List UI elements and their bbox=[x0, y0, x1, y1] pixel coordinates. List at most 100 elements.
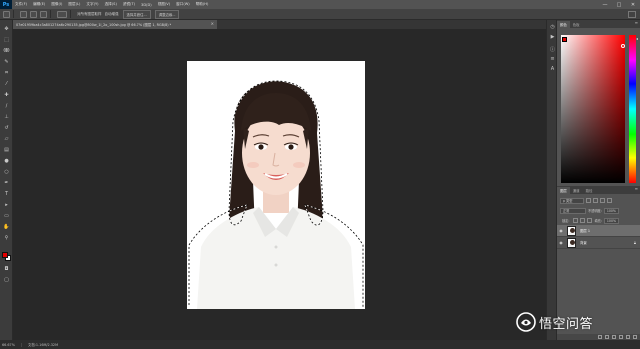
healing-icon[interactable]: ✚ bbox=[3, 92, 10, 98]
hand-icon[interactable]: ✋ bbox=[3, 224, 10, 230]
watermark: 悟空问答 bbox=[516, 312, 593, 332]
hue-slider-handle-icon[interactable]: ◂ bbox=[636, 36, 638, 41]
lock-all-icon[interactable] bbox=[587, 218, 593, 223]
type-icon[interactable]: T bbox=[3, 191, 10, 197]
workspace-switcher-icon[interactable] bbox=[628, 11, 636, 18]
quick-mask-icon[interactable]: ◘ bbox=[3, 266, 10, 272]
tab-channels[interactable]: 通道 bbox=[570, 187, 583, 194]
move-icon[interactable]: ✥ bbox=[3, 26, 10, 32]
shape-icon[interactable]: ▭ bbox=[3, 213, 10, 219]
layer-name[interactable]: 背景 bbox=[580, 240, 587, 245]
blend-mode-select[interactable]: 正常 bbox=[560, 207, 586, 214]
filter-shape-icon[interactable] bbox=[607, 198, 612, 203]
delete-layer-icon[interactable] bbox=[633, 335, 637, 339]
menu-file[interactable]: 文件(F) bbox=[12, 2, 30, 7]
menu-image[interactable]: 图像(I) bbox=[48, 2, 65, 7]
visibility-eye-icon[interactable]: ◉ bbox=[557, 240, 565, 245]
select-and-mask-button[interactable]: 选择并遮住... bbox=[122, 9, 151, 19]
filter-pixel-icon[interactable] bbox=[586, 198, 591, 203]
tab-layers[interactable]: 图层 bbox=[557, 187, 570, 194]
opacity-field[interactable]: 100% bbox=[603, 207, 619, 214]
marquee-icon[interactable]: ⬚ bbox=[3, 37, 10, 43]
close-window-button[interactable]: ✕ bbox=[626, 0, 640, 9]
menu-type[interactable]: 文字(Y) bbox=[83, 2, 101, 7]
minimize-button[interactable]: — bbox=[598, 0, 612, 9]
menu-layer[interactable]: 图层(L) bbox=[65, 2, 83, 7]
brush-size-icon[interactable] bbox=[57, 10, 67, 18]
stamp-icon[interactable]: ⊥ bbox=[3, 114, 10, 120]
menu-3d[interactable]: 3D(D) bbox=[138, 3, 155, 7]
document-info[interactable]: 文档:1.16M/2.32M bbox=[22, 342, 58, 347]
brush-icon[interactable]: ∕ bbox=[3, 103, 10, 109]
panel-menu-icon[interactable]: ≡ bbox=[635, 20, 638, 25]
menu-help[interactable]: 帮助(H) bbox=[193, 2, 212, 7]
hue-slider[interactable] bbox=[629, 35, 636, 183]
filter-adjust-icon[interactable] bbox=[593, 198, 598, 203]
opacity-label: 不透明度: bbox=[588, 209, 602, 213]
gradient-icon[interactable]: ▤ bbox=[3, 147, 10, 153]
eraser-icon[interactable]: ▱ bbox=[3, 136, 10, 142]
layer-row-background[interactable]: ◉ 背景 🔒︎ bbox=[557, 237, 640, 249]
history-panel-icon[interactable]: ◷ bbox=[549, 24, 556, 30]
sample-all-layers-checkbox[interactable]: 对所有图层取样 bbox=[77, 12, 102, 17]
lock-fill-row: 锁定: 填充: 100% bbox=[560, 217, 620, 224]
add-mask-icon[interactable] bbox=[612, 335, 616, 339]
portrait-photo[interactable] bbox=[187, 61, 365, 309]
menu-select[interactable]: 选择(S) bbox=[102, 2, 120, 7]
history-brush-icon[interactable]: ↺ bbox=[3, 125, 10, 131]
new-layer-icon[interactable] bbox=[626, 335, 630, 339]
add-selection-icon[interactable] bbox=[30, 10, 37, 18]
path-select-icon[interactable]: ▸ bbox=[3, 202, 10, 208]
tool-preset-icon[interactable] bbox=[3, 10, 10, 18]
crop-icon[interactable]: ⌗ bbox=[3, 70, 10, 76]
layer-row-layer1[interactable]: ◉ 图层 1 bbox=[557, 225, 640, 237]
close-document-icon[interactable]: × bbox=[211, 21, 214, 26]
link-layers-icon[interactable] bbox=[598, 335, 602, 339]
photoshop-logo: Ps bbox=[0, 0, 12, 9]
lock-pixels-icon[interactable] bbox=[573, 218, 579, 223]
zoom-icon[interactable]: ⚲ bbox=[3, 235, 10, 241]
zoom-level-field[interactable]: 66.67% bbox=[0, 342, 22, 347]
document-tab[interactable]: 07e01959ba4c3a801274a6c290135.jpg@800w_1… bbox=[13, 20, 217, 29]
blur-icon[interactable]: ● bbox=[3, 158, 10, 164]
new-selection-icon[interactable] bbox=[20, 10, 27, 18]
color-picker-marker[interactable] bbox=[621, 44, 625, 48]
menu-window[interactable]: 窗口(W) bbox=[173, 2, 193, 7]
layer-filter-select[interactable]: p 类型 bbox=[560, 197, 584, 204]
eyedropper-icon[interactable]: ⁄ bbox=[3, 81, 10, 87]
visibility-eye-icon[interactable]: ◉ bbox=[557, 228, 565, 233]
tab-strip bbox=[217, 20, 546, 29]
menu-edit[interactable]: 编辑(E) bbox=[30, 2, 48, 7]
canvas-area[interactable] bbox=[13, 29, 546, 340]
filter-type-icon[interactable] bbox=[600, 198, 605, 203]
pen-icon[interactable]: ✒ bbox=[3, 180, 10, 186]
maximize-button[interactable]: □ bbox=[612, 0, 626, 9]
subtract-selection-icon[interactable] bbox=[40, 10, 47, 18]
actions-panel-icon[interactable]: ▶ bbox=[549, 34, 556, 40]
menu-filter[interactable]: 滤镜(T) bbox=[120, 2, 138, 7]
character-panel-icon[interactable]: A bbox=[549, 66, 556, 72]
lock-position-icon[interactable] bbox=[580, 218, 586, 223]
dodge-icon[interactable]: ○ bbox=[3, 169, 10, 175]
auto-enhance-checkbox[interactable]: 自动增强 bbox=[105, 12, 119, 17]
layers-panel-menu-icon[interactable]: ≡ bbox=[635, 186, 638, 191]
color-field[interactable] bbox=[561, 35, 625, 183]
lasso-icon[interactable]: ↂ bbox=[3, 48, 10, 54]
screen-mode-icon[interactable]: ▢ bbox=[3, 277, 10, 283]
menu-view[interactable]: 视图(V) bbox=[155, 2, 173, 7]
fill-field[interactable]: 100% bbox=[603, 217, 620, 224]
tab-swatches[interactable]: 色板 bbox=[570, 21, 583, 28]
new-group-icon[interactable] bbox=[619, 335, 623, 339]
layer-name[interactable]: 图层 1 bbox=[580, 228, 590, 233]
watermark-text: 悟空问答 bbox=[539, 316, 594, 332]
quick-select-icon[interactable]: ✎ bbox=[3, 59, 10, 65]
tab-paths[interactable]: 路径 bbox=[583, 187, 596, 194]
info-panel-icon[interactable]: ⓘ bbox=[549, 46, 556, 53]
menu-bar: Ps 文件(F) 编辑(E) 图像(I) 图层(L) 文字(Y) 选择(S) 滤… bbox=[0, 0, 640, 9]
foreground-color-swatch[interactable] bbox=[2, 252, 8, 258]
tab-color[interactable]: 颜色 bbox=[557, 21, 570, 28]
layer-style-icon[interactable] bbox=[605, 335, 609, 339]
properties-panel-icon[interactable]: ≡ bbox=[549, 56, 556, 62]
refine-edge-button[interactable]: 调整边缘... bbox=[154, 9, 180, 19]
panel-foreground-swatch[interactable] bbox=[562, 37, 567, 42]
